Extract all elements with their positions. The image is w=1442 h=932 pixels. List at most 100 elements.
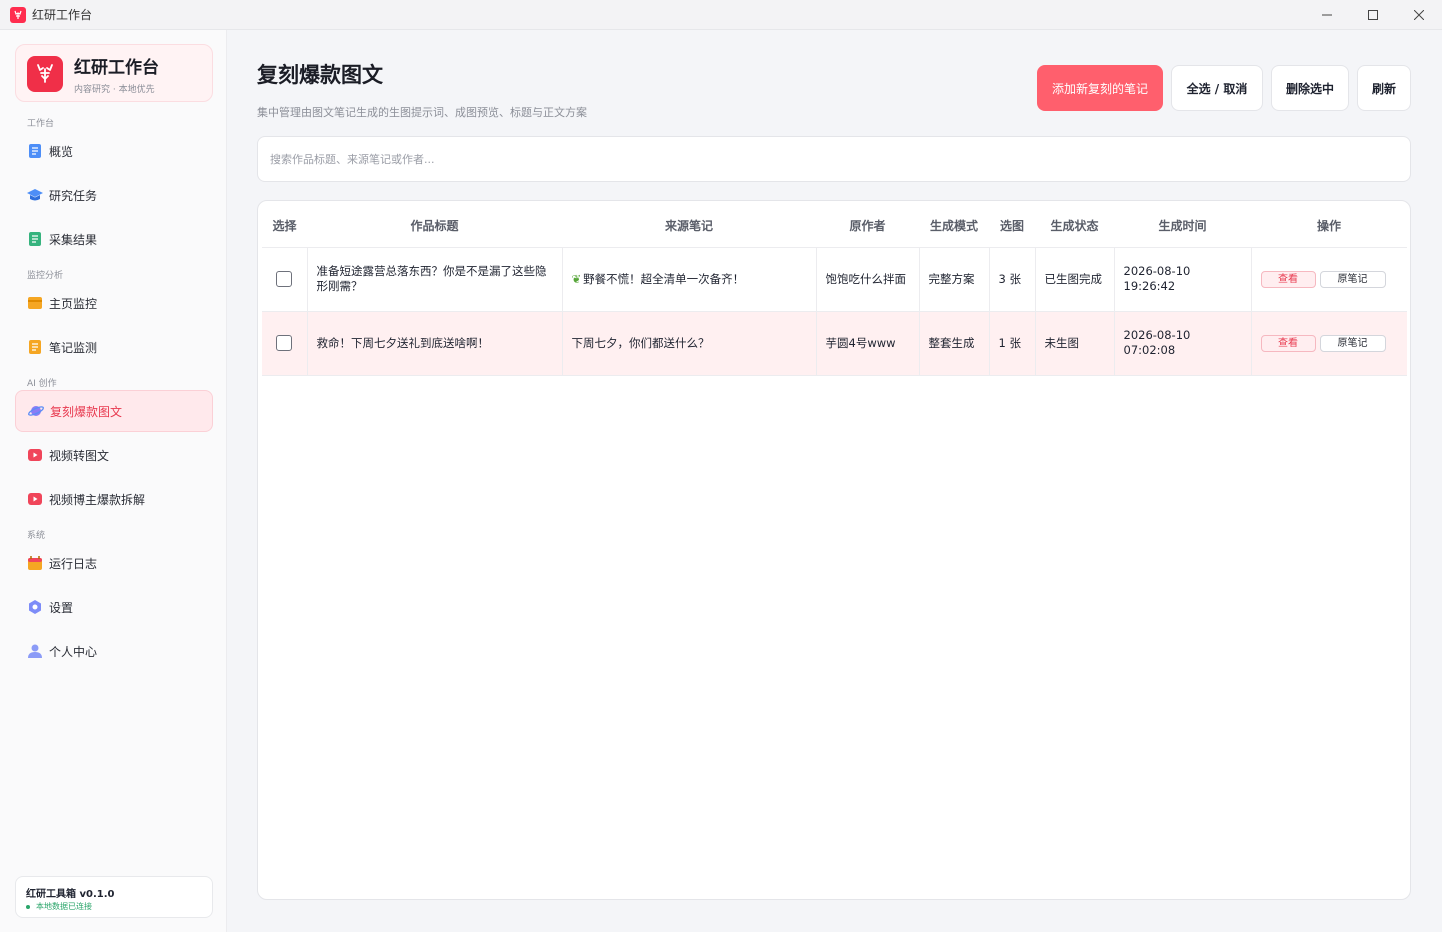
column-header: 操作 <box>1251 205 1407 247</box>
select-all-button[interactable]: 全选 / 取消 <box>1171 65 1263 111</box>
minimize-button[interactable] <box>1304 0 1350 30</box>
calendar-icon <box>27 555 43 571</box>
original-note-button[interactable]: 原笔记 <box>1319 334 1386 352</box>
column-header: 作品标题 <box>307 205 562 247</box>
close-icon <box>1414 10 1424 20</box>
sidebar-item-label: 笔记监测 <box>49 340 98 355</box>
app-icon <box>10 6 26 23</box>
sidebar-item-label: 视频转图文 <box>49 448 110 463</box>
actions-cell: 查看 原笔记 <box>1250 310 1407 376</box>
page-description: 集中管理由图文笔记生成的生图提示词、成图预览、标题与正文方案 <box>257 106 587 119</box>
brand-subtitle: 内容研究 · 本地优先 <box>74 85 155 95</box>
sidebar-item-label: 采集结果 <box>49 232 98 247</box>
version-card: 红研工具箱 v0.1.0 本地数据已连接 <box>15 876 213 918</box>
maximize-icon <box>1368 10 1378 20</box>
sidebar-item-label: 研究任务 <box>49 188 98 203</box>
view-button[interactable]: 查看 <box>1260 270 1316 288</box>
window-title: 红研工作台 <box>32 8 93 22</box>
sidebar: 红研工作台 内容研究 · 本地优先 工作台 概览 研究任务 采集结果 监控分析 … <box>0 30 227 932</box>
sidebar-item-homepage-monitor[interactable]: 主页监控 <box>15 283 213 323</box>
generate-status: 已生图完成 <box>1034 246 1114 311</box>
brand-name: 红研工作台 <box>74 58 159 78</box>
author: 芋圆4号www <box>815 310 919 376</box>
generate-time: 2026-08-10 19:26:42 <box>1113 246 1251 311</box>
sidebar-item-logs[interactable]: 运行日志 <box>15 543 213 583</box>
sidebar-item-label: 主页监控 <box>49 296 98 311</box>
sidebar-item-video-to-post[interactable]: 视频转图文 <box>15 435 213 475</box>
table-row: 准备短途露营总落东西？你是不是漏了这些隐形刚需？ ❦ 野餐不慌！超全清单一次备齐！… <box>262 246 1407 311</box>
source-note: 下周七夕，你们都送什么？ <box>561 310 816 376</box>
sidebar-item-label: 个人中心 <box>49 644 98 659</box>
sidebar-item-label: 运行日志 <box>49 556 98 571</box>
section-ai: AI 创作 <box>27 379 57 389</box>
search-input[interactable] <box>257 136 1411 182</box>
sidebar-item-settings[interactable]: 设置 <box>15 587 213 627</box>
section-system: 系统 <box>27 531 46 541</box>
work-title: 救命！下周七夕送礼到底送啥啊！ <box>306 310 562 376</box>
generate-mode: 完整方案 <box>918 246 989 311</box>
refresh-button[interactable]: 刷新 <box>1357 65 1411 111</box>
source-note-cell: ❦ 野餐不慌！超全清单一次备齐！ <box>561 246 816 311</box>
column-header: 选择 <box>262 205 307 247</box>
sidebar-item-results[interactable]: 采集结果 <box>15 219 213 259</box>
delete-selected-button[interactable]: 删除选中 <box>1271 65 1349 111</box>
list-doc-icon <box>27 231 43 247</box>
deer-logo-icon <box>27 56 63 92</box>
column-header: 生成状态 <box>1035 205 1114 247</box>
author: 饱饱吃什么拌面 <box>815 246 919 311</box>
row-select-cell <box>262 310 307 376</box>
row-checkbox[interactable] <box>276 271 293 287</box>
column-header: 原作者 <box>816 205 919 247</box>
column-header: 选图 <box>989 205 1035 247</box>
page-title: 复刻爆款图文 <box>257 63 383 87</box>
column-header: 生成模式 <box>919 205 989 247</box>
sidebar-item-note-monitor[interactable]: 笔记监测 <box>15 327 213 367</box>
status-dot-icon <box>26 904 30 909</box>
sidebar-item-research[interactable]: 研究任务 <box>15 175 213 215</box>
maximize-button[interactable] <box>1350 0 1396 30</box>
status-text: 本地数据已连接 <box>36 902 92 911</box>
works-table: 选择 作品标题 来源笔记 原作者 生成模式 选图 生成状态 生成时间 操作 准备… <box>262 205 1407 376</box>
table-row: 救命！下周七夕送礼到底送啥啊！ 下周七夕，你们都送什么？ 芋圆4号www 整套生… <box>262 310 1407 376</box>
graduation-cap-icon <box>27 187 43 203</box>
title-bar: 红研工作台 <box>0 0 1442 30</box>
doc-icon <box>27 143 43 159</box>
image-count: 1 张 <box>988 310 1035 376</box>
sidebar-item-replicate[interactable]: 复刻爆款图文 <box>15 390 213 432</box>
original-note-button[interactable]: 原笔记 <box>1319 270 1386 288</box>
settings-icon <box>27 599 43 615</box>
works-table-card: 选择 作品标题 来源笔记 原作者 生成模式 选图 生成状态 生成时间 操作 准备… <box>257 200 1411 900</box>
image-count: 3 张 <box>988 246 1035 311</box>
minimize-icon <box>1322 14 1332 16</box>
column-header: 生成时间 <box>1114 205 1251 247</box>
video-icon <box>27 447 43 463</box>
add-note-button[interactable]: 添加新复刻的笔记 <box>1037 65 1163 111</box>
sidebar-item-label: 设置 <box>49 600 74 615</box>
actions-cell: 查看 原笔记 <box>1250 246 1407 311</box>
generate-status: 未生图 <box>1034 310 1114 376</box>
column-header: 来源笔记 <box>562 205 816 247</box>
sidebar-item-label: 复刻爆款图文 <box>50 404 123 419</box>
connection-status: 本地数据已连接 <box>26 901 92 912</box>
card-icon <box>27 295 43 311</box>
table-header-row: 选择 作品标题 来源笔记 原作者 生成模式 选图 生成状态 生成时间 操作 <box>262 205 1407 247</box>
row-checkbox[interactable] <box>276 335 293 351</box>
generate-time: 2026-08-10 07:02:08 <box>1113 310 1251 376</box>
sidebar-item-profile[interactable]: 个人中心 <box>15 631 213 671</box>
user-icon <box>27 643 43 659</box>
sidebar-item-label: 视频博主爆款拆解 <box>49 492 146 507</box>
close-button[interactable] <box>1396 0 1442 30</box>
leaf-icon: ❦ <box>571 271 582 286</box>
generate-mode: 整套生成 <box>918 310 989 376</box>
section-workspace: 工作台 <box>27 119 55 129</box>
work-title: 准备短途露营总落东西？你是不是漏了这些隐形刚需？ <box>306 246 562 311</box>
brand-card[interactable]: 红研工作台 内容研究 · 本地优先 <box>15 44 213 102</box>
view-button[interactable]: 查看 <box>1260 334 1316 352</box>
source-note: 野餐不慌！超全清单一次备齐！ <box>583 271 745 286</box>
sidebar-item-video-breakdown[interactable]: 视频博主爆款拆解 <box>15 479 213 519</box>
video-icon <box>27 491 43 507</box>
row-select-cell <box>262 246 307 311</box>
version-label: 红研工具箱 v0.1.0 <box>26 889 115 900</box>
section-monitor: 监控分析 <box>27 271 64 281</box>
sidebar-item-overview[interactable]: 概览 <box>15 131 213 171</box>
